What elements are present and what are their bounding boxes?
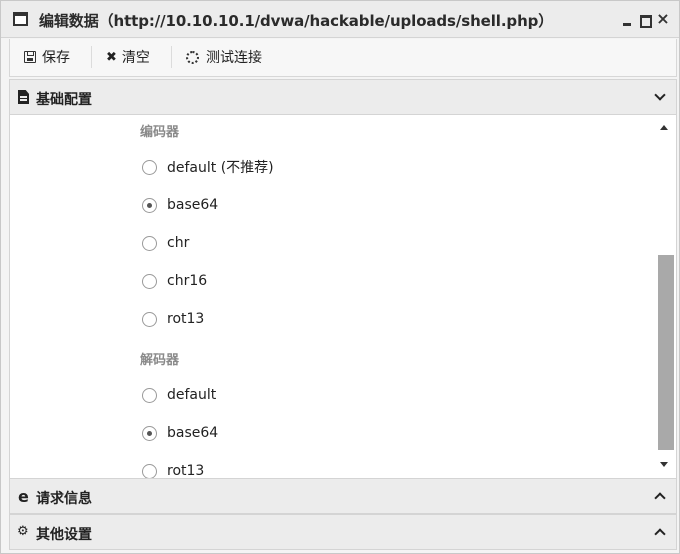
option-label: chr	[167, 235, 190, 251]
radio-button[interactable]	[142, 463, 157, 478]
scrollbar-thumb[interactable]	[658, 255, 674, 450]
edit-data-window: 编辑数据（http://10.10.10.1/dvwa/hackable/upl…	[0, 0, 680, 554]
encoder-label: 编码器	[140, 125, 180, 140]
accordion-request-info-label: 请求信息	[36, 491, 92, 507]
basic-config-panel: 编码器 default (不推荐) base64 chr chr16 rot13…	[9, 115, 677, 478]
decoder-option-base64[interactable]: base64	[142, 423, 218, 443]
save-button[interactable]: 保存	[24, 39, 70, 75]
accordion-request-info[interactable]: e 请求信息	[9, 478, 677, 514]
encoder-option-base64[interactable]: base64	[142, 195, 218, 215]
radio-button[interactable]	[142, 159, 157, 175]
radio-button[interactable]	[142, 235, 157, 251]
radio-button-selected[interactable]	[142, 425, 157, 441]
radio-button[interactable]	[142, 311, 157, 327]
spinner-icon	[186, 50, 199, 64]
test-connection-label: 测试连接	[206, 50, 262, 66]
times-icon: ✖	[106, 49, 117, 65]
encoder-option-chr[interactable]: chr	[142, 233, 189, 253]
option-label: base64	[167, 197, 219, 213]
encoder-option-default[interactable]: default (不推荐)	[142, 157, 274, 177]
test-connection-button[interactable]: 测试连接	[186, 39, 262, 75]
internet-explorer-icon: e	[18, 487, 29, 506]
chevron-up-icon[interactable]	[654, 490, 666, 502]
scroll-down-arrow-icon[interactable]	[660, 462, 668, 467]
window-title: 编辑数据（http://10.10.10.1/dvwa/hackable/upl…	[39, 12, 554, 30]
clear-label: 清空	[121, 50, 150, 66]
decoder-option-rot13[interactable]: rot13	[142, 461, 204, 478]
chevron-up-icon[interactable]	[654, 526, 666, 538]
decoder-option-default[interactable]: default	[142, 385, 216, 405]
scroll-up-arrow-icon[interactable]	[660, 125, 668, 130]
floppy-icon	[24, 51, 36, 63]
chevron-down-icon[interactable]	[654, 91, 666, 103]
save-label: 保存	[42, 50, 70, 66]
accordion-other-settings-label: 其他设置	[36, 527, 92, 543]
accordion-basic-config-label: 基础配置	[36, 92, 92, 108]
option-label: rot13	[167, 311, 205, 327]
option-label: rot13	[167, 463, 205, 478]
accordion-other-settings[interactable]: ⚙ 其他设置	[9, 514, 677, 550]
window-icon	[13, 12, 28, 26]
radio-button[interactable]	[142, 387, 157, 403]
toolbar-divider	[171, 46, 172, 68]
accordion-basic-config[interactable]: 基础配置	[9, 79, 677, 115]
gears-icon: ⚙	[17, 524, 29, 539]
decoder-label: 解码器	[140, 353, 180, 368]
radio-button-selected[interactable]	[142, 197, 157, 213]
vertical-scrollbar[interactable]	[656, 115, 676, 478]
toolbar-divider	[91, 46, 92, 68]
option-label: default	[167, 387, 217, 403]
encoder-option-rot13[interactable]: rot13	[142, 309, 204, 329]
encoder-option-chr16[interactable]: chr16	[142, 271, 207, 291]
maximize-icon[interactable]	[638, 11, 652, 28]
close-icon[interactable]: ×	[656, 11, 670, 27]
document-icon	[18, 90, 29, 104]
option-label: chr16	[167, 273, 208, 289]
radio-button[interactable]	[142, 273, 157, 289]
toolbar: 保存 ✖ 清空 测试连接	[9, 39, 677, 77]
clear-button[interactable]: ✖ 清空	[106, 39, 150, 75]
option-label: default (不推荐)	[167, 160, 274, 176]
option-label: base64	[167, 425, 219, 441]
title-bar[interactable]: 编辑数据（http://10.10.10.1/dvwa/hackable/upl…	[1, 1, 679, 38]
minimize-icon[interactable]	[620, 11, 634, 27]
